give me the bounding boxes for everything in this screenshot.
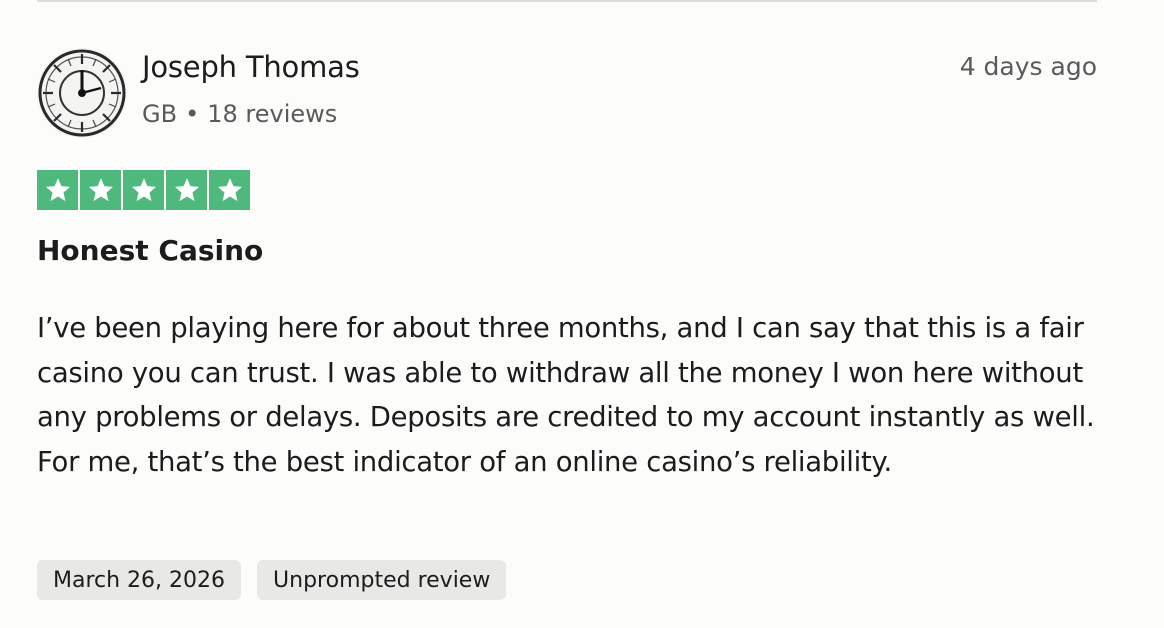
star-rating (37, 170, 250, 210)
wall-clock-icon (37, 48, 127, 138)
unprompted-review-badge[interactable]: Unprompted review (257, 560, 507, 600)
consumer-name[interactable]: Joseph Thomas (142, 50, 360, 84)
date-of-experience-badge: March 26, 2026 (37, 560, 242, 600)
star-icon (123, 170, 164, 210)
consumer-reviews-count: 18 reviews (207, 100, 338, 128)
meta-separator: • (185, 100, 200, 128)
consumer-avatar[interactable] (37, 48, 127, 138)
review-tags: March 26, 2026 Unprompted review (37, 560, 507, 600)
star-icon (37, 170, 78, 210)
consumer-country: GB (142, 100, 178, 128)
review-title[interactable]: Honest Casino (37, 234, 263, 267)
star-icon (209, 170, 250, 210)
review-relative-date: 4 days ago (959, 52, 1097, 81)
review-body: I’ve been playing here for about three m… (37, 312, 1095, 478)
review-card: Joseph Thomas GB • 18 reviews 4 days ago… (37, 0, 1097, 628)
star-icon (80, 170, 121, 210)
star-icon (166, 170, 207, 210)
consumer-meta: GB • 18 reviews (142, 100, 337, 128)
